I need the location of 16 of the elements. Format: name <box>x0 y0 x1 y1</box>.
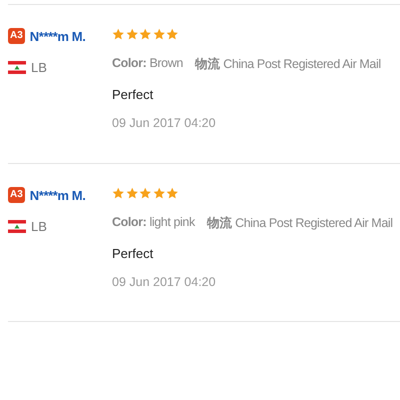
flag-icon <box>8 220 26 232</box>
flag-icon <box>8 60 26 74</box>
buyer-name: N****m M. <box>30 188 86 202</box>
review-text: Perfect <box>112 87 154 102</box>
color-attribute: Color: Brown <box>112 56 183 72</box>
shipping-attribute: 物流 China Post Registered Air Mail <box>194 56 381 73</box>
buyer-name: N****m M. <box>30 28 86 44</box>
level-badge: A3 <box>8 28 25 44</box>
review-date: 09 Jun 2017 04:20 <box>112 116 216 130</box>
review-date: 09 Jun 2017 04:20 <box>112 275 216 289</box>
review-text: Perfect <box>112 246 154 261</box>
country-code: LB <box>31 218 47 234</box>
country-code: LB <box>31 60 47 74</box>
shipping-attribute: 物流 China Post Registered Air Mail <box>206 215 393 232</box>
color-attribute: Color: light pink <box>112 215 195 231</box>
level-badge: A3 <box>8 187 25 203</box>
